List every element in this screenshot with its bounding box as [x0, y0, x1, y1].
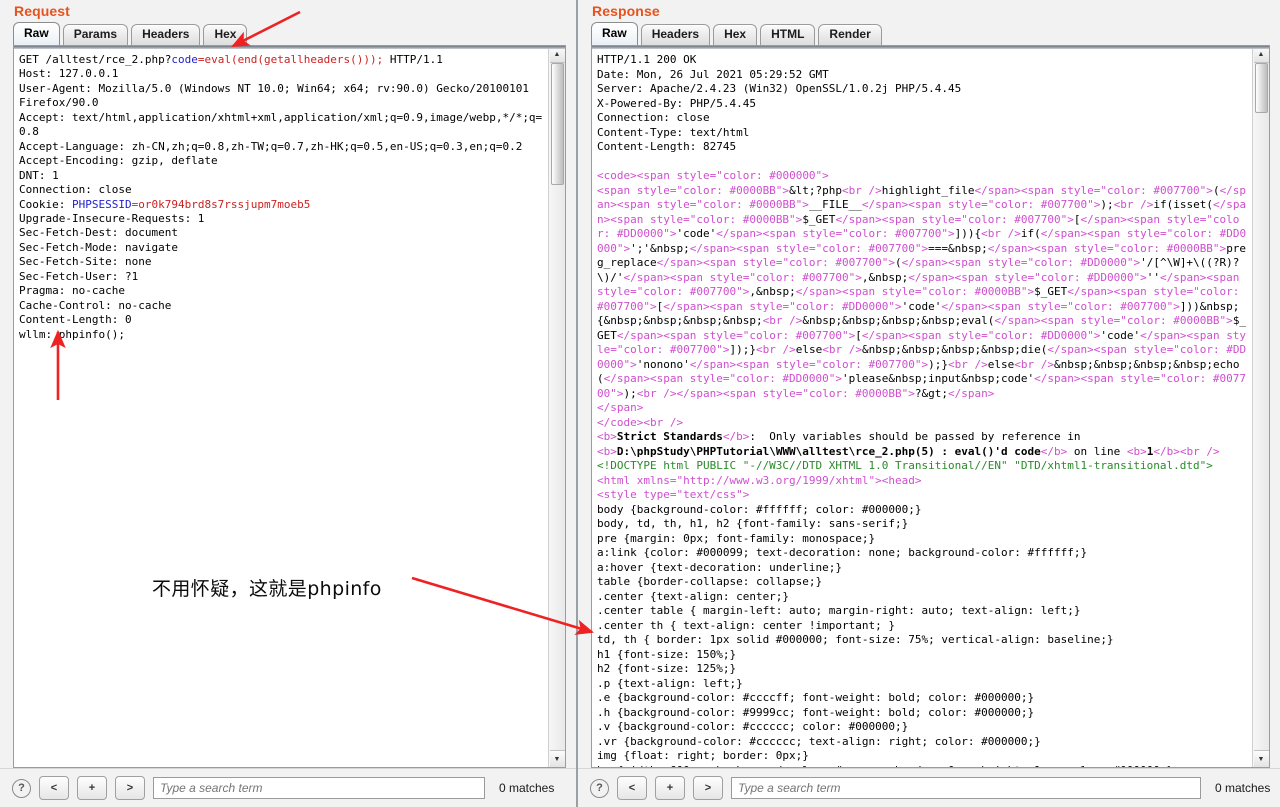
search-add-button[interactable]: +	[77, 776, 107, 800]
tab-request-hex[interactable]: Hex	[203, 24, 248, 45]
request-editor-wrap: GET /alltest/rce_2.php?code=eval(end(get…	[13, 45, 566, 768]
request-vertical-scrollbar[interactable]: ▲ ▼	[548, 46, 565, 767]
search-next-button[interactable]: >	[115, 776, 145, 800]
help-icon[interactable]: ?	[12, 778, 31, 798]
tab-response-render[interactable]: Render	[818, 24, 882, 45]
response-scroll-thumb[interactable]	[1255, 63, 1268, 113]
response-editor-top-rule	[592, 46, 1269, 49]
scroll-down-icon[interactable]: ▼	[1253, 750, 1269, 767]
response-search-input[interactable]	[731, 777, 1201, 799]
burp-suite-window: Request Raw Params Headers Hex GET /allt…	[0, 0, 1280, 807]
tab-request-raw[interactable]: Raw	[13, 22, 60, 45]
tab-request-params[interactable]: Params	[62, 24, 129, 45]
response-panel: Response Raw Headers Hex HTML Render HTT…	[578, 0, 1280, 807]
search-prev-button[interactable]: <	[617, 776, 647, 800]
request-editor-top-rule	[14, 46, 565, 49]
response-editor-wrap: HTTP/1.1 200 OK Date: Mon, 26 Jul 2021 0…	[591, 45, 1270, 768]
request-panel: Request Raw Params Headers Hex GET /allt…	[0, 0, 578, 807]
request-panel-title: Request	[14, 3, 70, 19]
request-tabstrip: Raw Params Headers Hex	[0, 21, 576, 45]
help-icon[interactable]: ?	[590, 778, 609, 798]
request-search-input[interactable]	[153, 777, 485, 799]
request-scroll-thumb[interactable]	[551, 63, 564, 185]
response-vertical-scrollbar[interactable]: ▲ ▼	[1252, 46, 1269, 767]
tab-response-hex[interactable]: Hex	[713, 24, 758, 45]
response-raw-editor[interactable]: HTTP/1.1 200 OK Date: Mon, 26 Jul 2021 0…	[592, 46, 1252, 767]
search-prev-button[interactable]: <	[39, 776, 69, 800]
scroll-down-icon[interactable]: ▼	[549, 750, 565, 767]
search-add-button[interactable]: +	[655, 776, 685, 800]
request-searchbar: ? < + > 0 matches	[0, 768, 576, 807]
request-match-count: 0 matches	[499, 781, 555, 795]
response-tabstrip: Raw Headers Hex HTML Render	[578, 21, 1280, 45]
request-raw-editor[interactable]: GET /alltest/rce_2.php?code=eval(end(get…	[14, 46, 548, 767]
tab-response-headers[interactable]: Headers	[640, 24, 711, 45]
response-panel-title: Response	[592, 3, 660, 19]
search-next-button[interactable]: >	[693, 776, 723, 800]
response-searchbar: ? < + > 0 matches	[578, 768, 1280, 807]
response-match-count: 0 matches	[1215, 781, 1271, 795]
tab-response-raw[interactable]: Raw	[591, 22, 638, 45]
tab-response-html[interactable]: HTML	[760, 24, 816, 45]
tab-request-headers[interactable]: Headers	[131, 24, 201, 45]
